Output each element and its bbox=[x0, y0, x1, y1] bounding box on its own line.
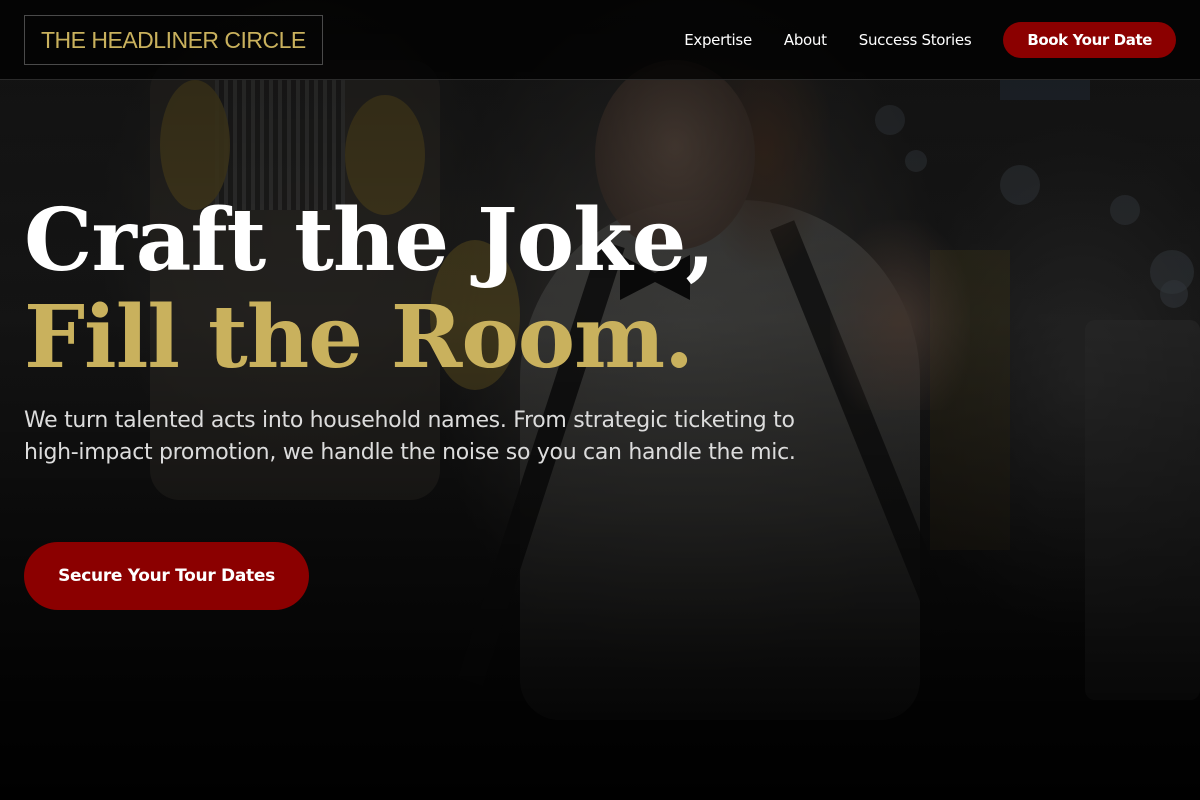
hero-headline: Craft the Joke, Fill the Room. bbox=[24, 190, 715, 388]
landing-page: THE HEADLINER CIRCLE Expertise About Suc… bbox=[0, 0, 1200, 800]
hero-dark-overlay bbox=[0, 0, 1200, 800]
nav-link-expertise[interactable]: Expertise bbox=[684, 31, 752, 49]
nav-link-success-stories[interactable]: Success Stories bbox=[859, 31, 972, 49]
hero-description: We turn talented acts into household nam… bbox=[24, 408, 796, 465]
main-nav: Expertise About Success Stories Book You… bbox=[684, 22, 1176, 58]
book-your-date-button[interactable]: Book Your Date bbox=[1003, 22, 1176, 58]
hero-headline-line2: Fill the Room. bbox=[24, 287, 694, 388]
site-logo[interactable]: THE HEADLINER CIRCLE bbox=[24, 15, 323, 65]
site-header: THE HEADLINER CIRCLE Expertise About Suc… bbox=[0, 0, 1200, 80]
nav-link-about[interactable]: About bbox=[784, 31, 827, 49]
hero-headline-line1: Craft the Joke, bbox=[24, 190, 715, 291]
secure-tour-dates-button[interactable]: Secure Your Tour Dates bbox=[24, 542, 309, 610]
